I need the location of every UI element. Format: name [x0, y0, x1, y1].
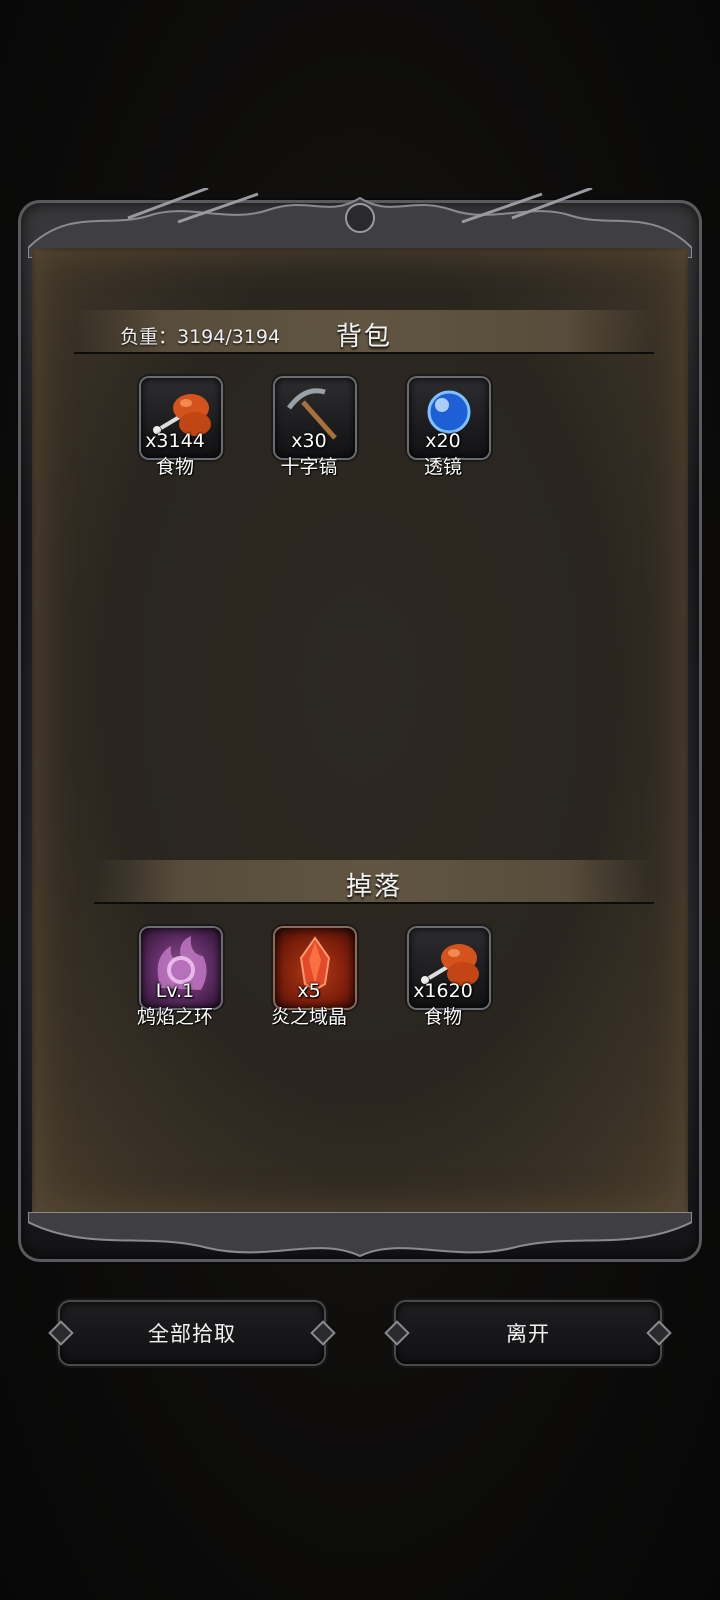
- item-level: Lv.1: [155, 980, 195, 1002]
- button-corner-ornament: [48, 1320, 74, 1346]
- pickup-all-label: 全部拾取: [148, 1322, 236, 1346]
- item-name: 鸩焰之环: [136, 1006, 213, 1028]
- drops-title: 掉落: [345, 872, 402, 902]
- leave-button[interactable]: 离开: [384, 1302, 672, 1364]
- inventory-panel: 负重：3194/3194 背包 x3144 食物 x30 十字镐 x20 透镜 …: [18, 188, 702, 1262]
- drop-item-flame-ring[interactable]: Lv.1 鸩焰之环: [120, 928, 230, 1038]
- backpack-title: 背包: [335, 322, 392, 352]
- button-corner-ornament: [310, 1320, 336, 1346]
- frame-bottom-ornament: [28, 1212, 692, 1258]
- item-quantity: x5: [297, 980, 321, 1002]
- item-quantity: x1620: [413, 980, 473, 1002]
- button-corner-ornament: [646, 1320, 672, 1346]
- item-quantity: x3144: [145, 430, 205, 452]
- item-name: 炎之域晶: [270, 1006, 347, 1028]
- button-corner-ornament: [384, 1320, 410, 1346]
- drop-item-food[interactable]: x1620 食物: [388, 928, 498, 1038]
- item-quantity: x30: [291, 430, 327, 452]
- leave-label: 离开: [506, 1322, 550, 1346]
- parchment-background: 负重：3194/3194 背包 x3144 食物 x30 十字镐 x20 透镜 …: [32, 248, 688, 1216]
- item-name: 食物: [423, 1006, 462, 1028]
- item-name: 食物: [155, 456, 194, 478]
- item-name: 透镜: [423, 456, 462, 478]
- backpack-item-pickaxe[interactable]: x30 十字镐: [254, 378, 364, 488]
- item-quantity: x20: [425, 430, 461, 452]
- pickup-all-button[interactable]: 全部拾取: [48, 1302, 336, 1364]
- backpack-header: 负重：3194/3194 背包: [74, 310, 654, 354]
- drops-header: 掉落: [94, 860, 654, 904]
- backpack-item-lens[interactable]: x20 透镜: [388, 378, 498, 488]
- drop-item-fire-crystal[interactable]: x5 炎之域晶: [254, 928, 364, 1038]
- item-name: 十字镐: [280, 456, 338, 478]
- backpack-item-food[interactable]: x3144 食物: [120, 378, 230, 488]
